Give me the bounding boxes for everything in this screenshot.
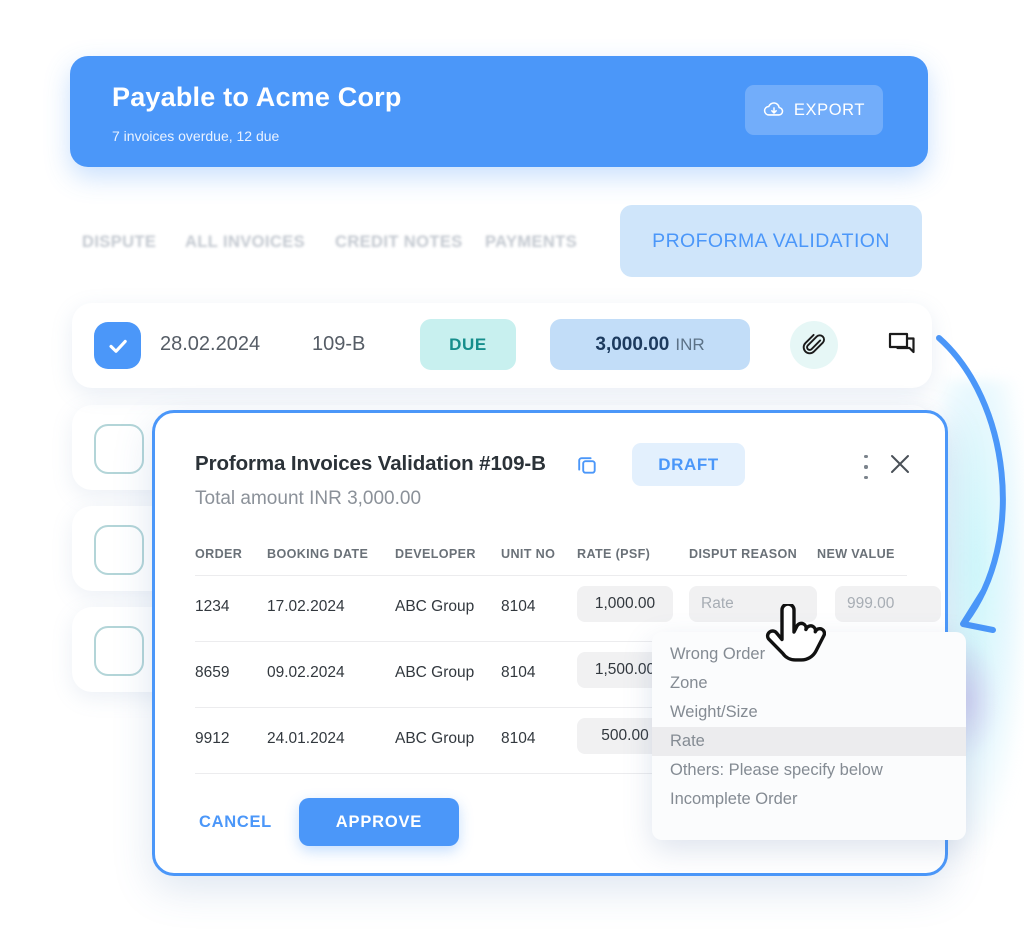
tab-proforma-validation-label: PROFORMA VALIDATION xyxy=(652,229,890,252)
cell-order: 8659 xyxy=(195,664,230,681)
copy-button[interactable] xyxy=(575,453,599,482)
tab-all-invoices[interactable]: ALL INVOICES xyxy=(185,233,305,252)
status-badge[interactable]: DUE xyxy=(420,319,516,370)
export-button[interactable]: EXPORT xyxy=(745,85,883,135)
cloud-download-icon xyxy=(763,102,784,116)
cell-order: 1234 xyxy=(195,598,230,615)
cell-order: 9912 xyxy=(195,730,230,747)
modal-title: Proforma Invoices Validation #109-B xyxy=(195,452,546,475)
new-value-input[interactable]: 999.00 xyxy=(835,586,941,622)
row-checkbox[interactable] xyxy=(94,525,144,575)
status-badge-label: DUE xyxy=(449,334,487,354)
dropdown-option-rate[interactable]: Rate xyxy=(652,727,966,756)
rate-input[interactable]: 1,000.00 xyxy=(577,586,673,622)
cell-unit-no: 8104 xyxy=(501,598,536,615)
invoice-amount-value: 3,000.00 xyxy=(595,333,670,355)
app-root: Payable to Acme Corp 7 invoices overdue,… xyxy=(0,0,1024,938)
invoice-date: 28.02.2024 xyxy=(160,333,261,355)
attachment-button[interactable] xyxy=(790,321,838,369)
cell-booking-date: 24.01.2024 xyxy=(267,730,345,747)
tab-dispute[interactable]: DISPUTE xyxy=(82,233,156,252)
approve-button[interactable]: APPROVE xyxy=(298,798,459,846)
column-header-disput-reason: DISPUT REASON xyxy=(689,547,798,561)
invoice-amount[interactable]: 3,000.00 INR xyxy=(550,319,750,370)
cell-unit-no: 8104 xyxy=(501,730,536,747)
table-header-row: ORDER BOOKING DATE DEVELOPER UNIT NO RAT… xyxy=(195,543,907,576)
tab-bar: DISPUTE ALL INVOICES CREDIT NOTES PAYMEN… xyxy=(70,205,950,280)
tab-payments[interactable]: PAYMENTS xyxy=(485,233,577,252)
cell-developer: ABC Group xyxy=(395,730,475,747)
tab-proforma-validation[interactable]: PROFORMA VALIDATION xyxy=(620,205,922,277)
tab-credit-notes[interactable]: CREDIT NOTES xyxy=(335,233,463,252)
dropdown-option-incomplete-order[interactable]: Incomplete Order xyxy=(652,785,966,814)
export-label: EXPORT xyxy=(793,100,866,119)
more-vertical-icon[interactable] xyxy=(855,453,877,481)
modal-subtitle: Total amount INR 3,000.00 xyxy=(195,488,422,509)
checkmark-icon xyxy=(108,339,127,353)
column-header-order: ORDER xyxy=(195,547,243,561)
dropdown-option-zone[interactable]: Zone xyxy=(652,669,966,698)
close-button[interactable] xyxy=(887,451,913,477)
column-header-new-value: NEW VALUE xyxy=(817,547,895,561)
cell-developer: ABC Group xyxy=(395,664,475,681)
cancel-button[interactable]: CANCEL xyxy=(195,807,276,838)
dropdown-option-others[interactable]: Others: Please specify below xyxy=(652,756,966,785)
close-icon xyxy=(891,455,909,473)
column-header-booking-date: BOOKING DATE xyxy=(267,547,369,561)
banner-subtitle: 7 invoices overdue, 12 due xyxy=(112,128,280,144)
draft-badge[interactable]: DRAFT xyxy=(632,443,745,486)
invoice-amount-currency: INR xyxy=(675,334,705,354)
invoice-row: 28.02.2024 109-B DUE 3,000.00 INR xyxy=(72,303,932,388)
modal-actions: CANCEL APPROVE xyxy=(195,798,459,846)
chat-icon xyxy=(888,332,915,354)
column-header-rate: RATE (PSF) xyxy=(577,547,651,561)
invoice-row-checkbox[interactable] xyxy=(94,322,141,369)
invoice-number: 109-B xyxy=(312,333,366,355)
payable-banner: Payable to Acme Corp 7 invoices overdue,… xyxy=(70,56,928,167)
row-checkbox[interactable] xyxy=(94,626,144,676)
cell-developer: ABC Group xyxy=(395,598,475,615)
comment-button[interactable] xyxy=(880,323,924,367)
dropdown-option-weight-size[interactable]: Weight/Size xyxy=(652,698,966,727)
disput-reason-select[interactable]: Rate xyxy=(689,586,817,622)
disput-reason-dropdown: Wrong Order Zone Weight/Size Rate Others… xyxy=(652,632,966,840)
copy-icon xyxy=(578,457,596,474)
column-header-unit-no: UNIT NO xyxy=(501,547,556,561)
dropdown-option-wrong-order[interactable]: Wrong Order xyxy=(652,640,966,669)
draft-badge-label: DRAFT xyxy=(658,454,719,474)
page-title: Payable to Acme Corp xyxy=(112,82,402,112)
row-checkbox[interactable] xyxy=(94,424,144,474)
approve-button-label: APPROVE xyxy=(335,812,423,831)
cell-unit-no: 8104 xyxy=(501,664,536,681)
cell-booking-date: 17.02.2024 xyxy=(267,598,345,615)
cell-booking-date: 09.02.2024 xyxy=(267,664,345,681)
column-header-developer: DEVELOPER xyxy=(395,547,476,561)
paperclip-icon xyxy=(802,333,825,355)
